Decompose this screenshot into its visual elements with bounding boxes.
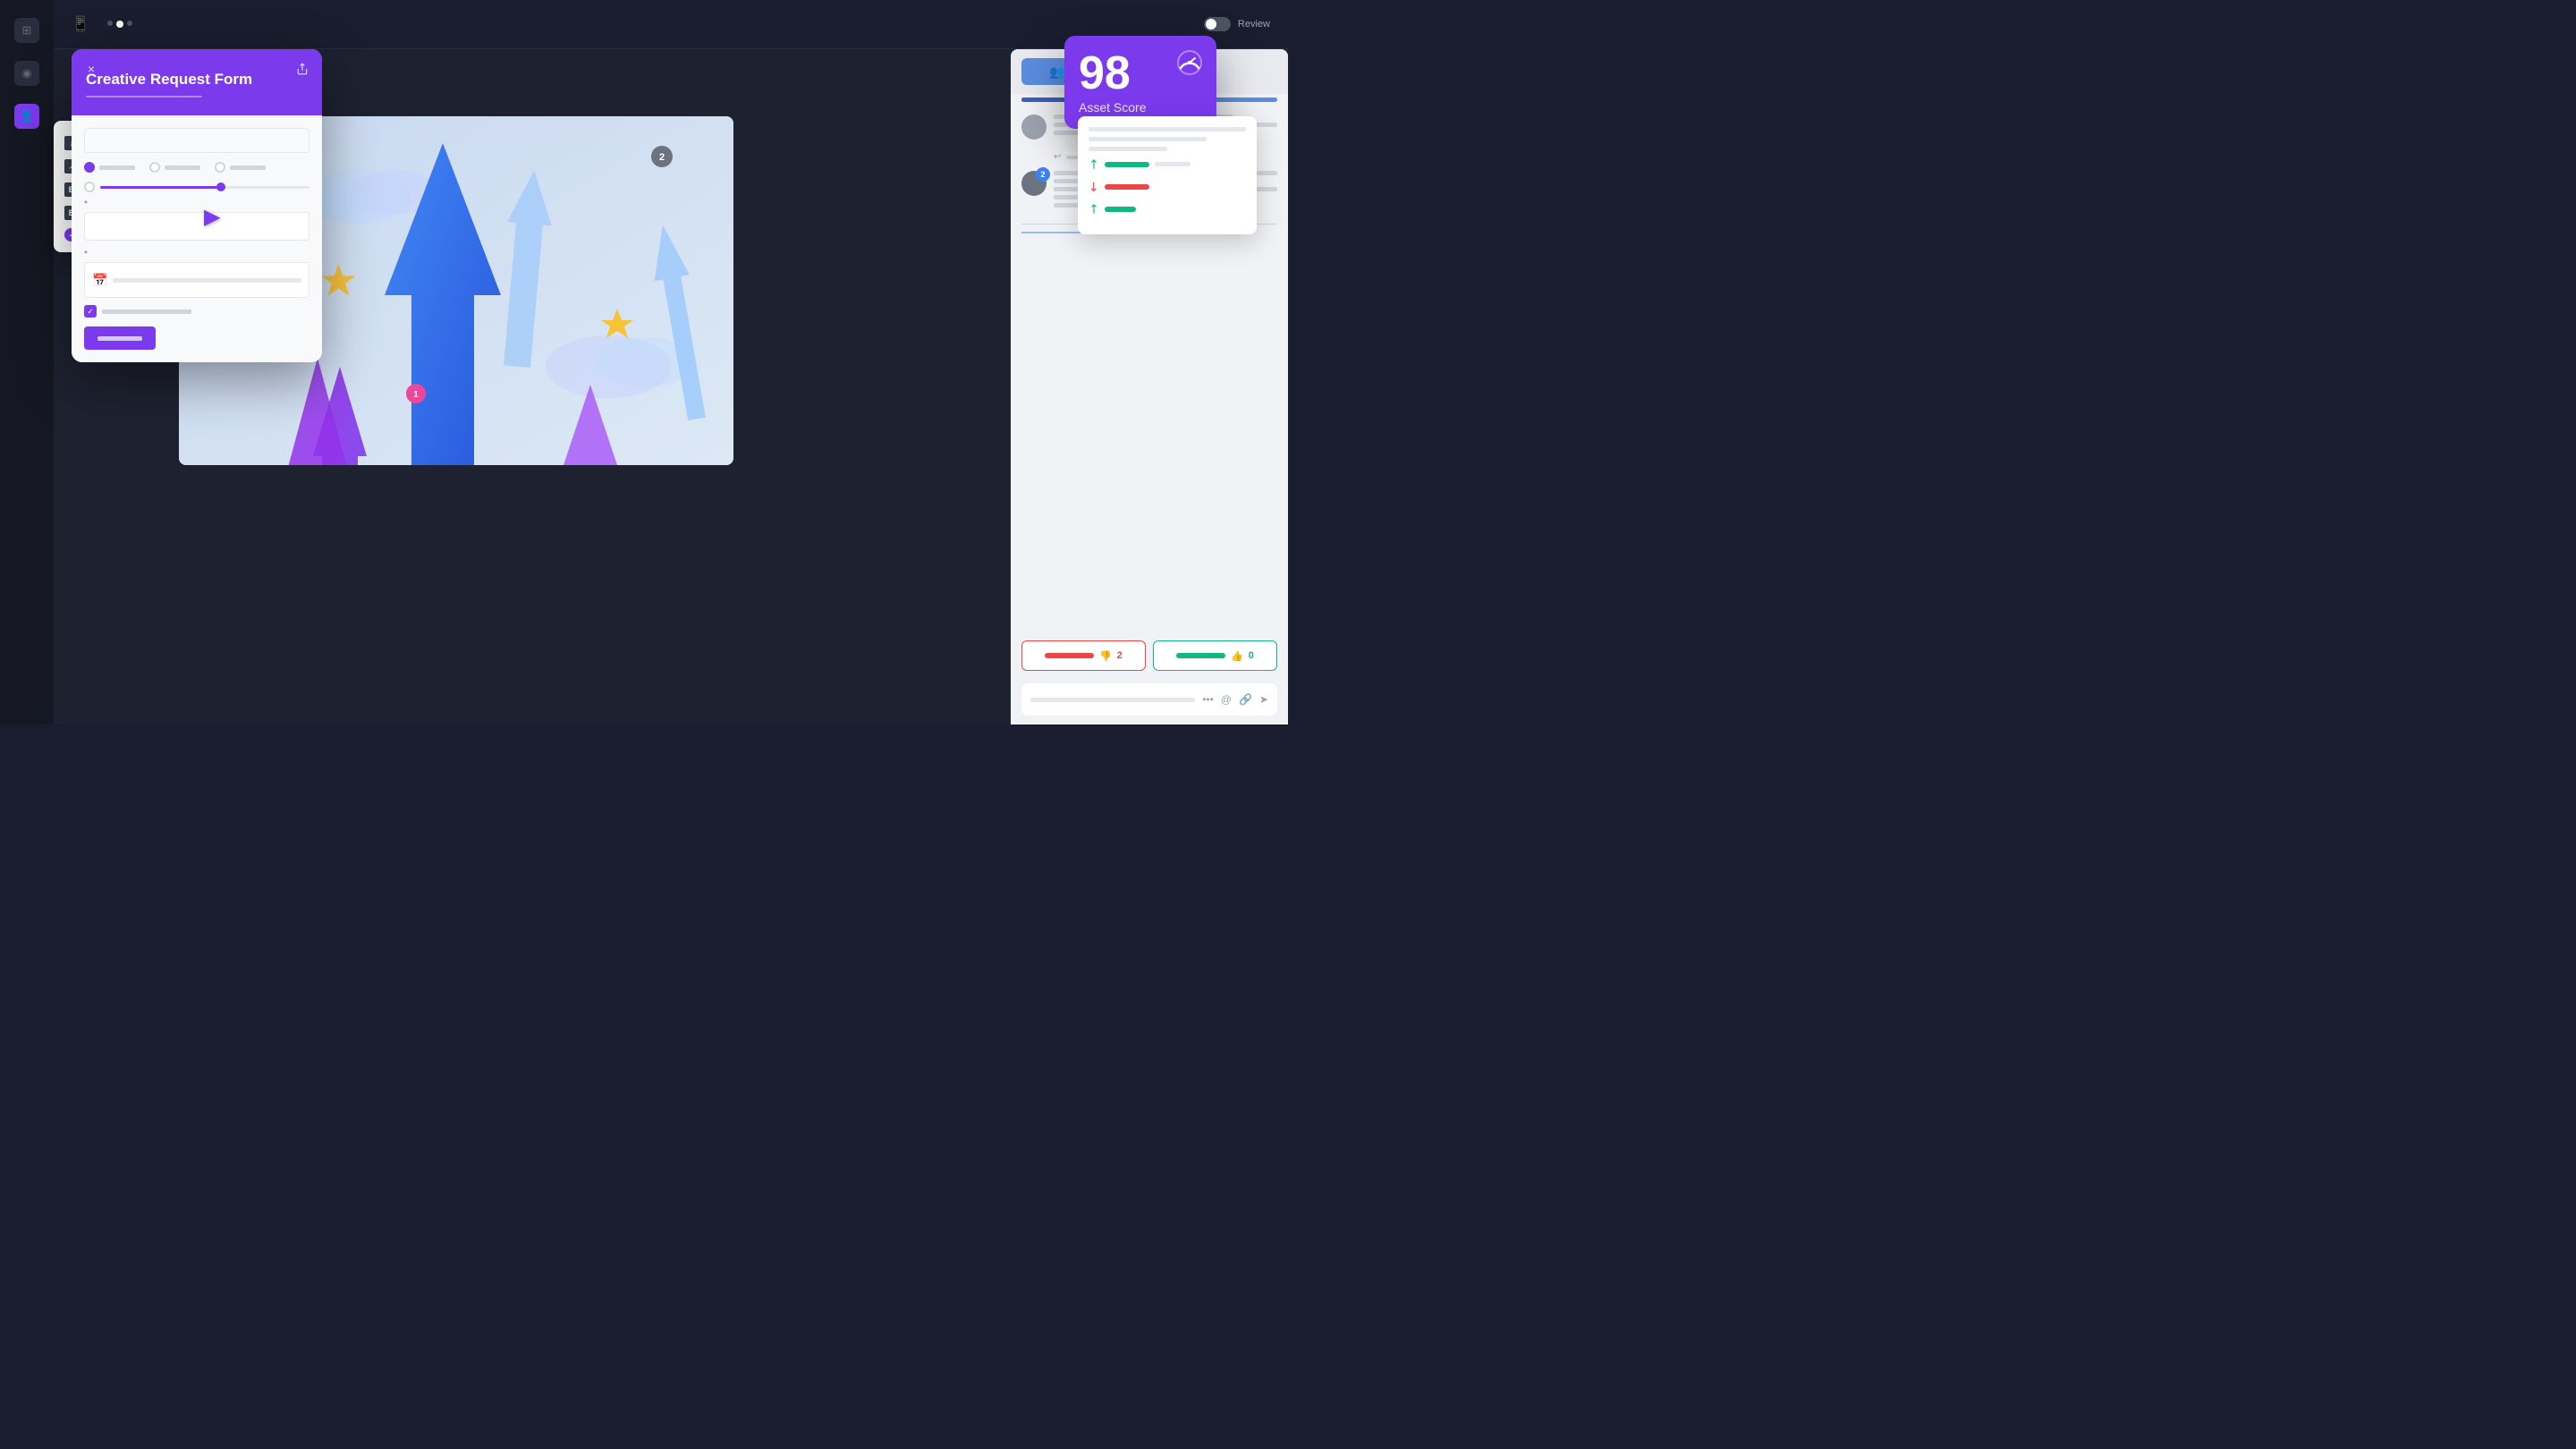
form-body: * * 📅 ✓ xyxy=(72,115,322,362)
mobile-icon: 📱 xyxy=(72,15,89,33)
arrow-up-icon-2: ↗ xyxy=(1085,199,1103,217)
sidebar: ⊞ ◉ 👤 xyxy=(0,0,54,724)
positive-fill xyxy=(1176,653,1225,658)
positive-count: 0 xyxy=(1249,650,1254,661)
sidebar-icon-grid[interactable]: ⊞ xyxy=(14,18,39,43)
annotation-line-2 xyxy=(1089,137,1207,141)
negative-fill xyxy=(1045,653,1094,658)
positive-reaction-button[interactable]: 👍 0 xyxy=(1153,640,1277,671)
red-bar xyxy=(1105,184,1149,190)
slider-track[interactable] xyxy=(100,186,309,189)
submit-text xyxy=(97,336,142,341)
asset-score-card: 98 Asset Score xyxy=(1064,36,1216,129)
toggle-thumb xyxy=(1206,19,1216,30)
date-label: * xyxy=(84,250,309,259)
comment-badge-2: 2 xyxy=(1036,167,1050,182)
annotation-row-red: ↘ xyxy=(1089,179,1246,194)
sidebar-icon-info[interactable]: ◉ xyxy=(14,61,39,86)
calendar-icon: 📅 xyxy=(92,273,107,288)
cursor-pointer: ▶ xyxy=(204,204,220,230)
green-bar-2 xyxy=(1105,207,1136,212)
slider-thumb xyxy=(216,182,225,191)
annotation-line-1 xyxy=(1089,127,1246,131)
annotation-text-green xyxy=(1155,162,1191,166)
form-share-button[interactable] xyxy=(293,60,311,78)
reaction-bar: 👎 2 👍 0 xyxy=(1021,640,1277,671)
arrow-down-icon: ↘ xyxy=(1085,177,1103,195)
slider-radio[interactable] xyxy=(84,182,95,192)
gauge-icon xyxy=(1175,48,1204,77)
commenter-avatar-1 xyxy=(1021,114,1046,140)
bottom-input-bar: ••• @ 🔗 ➤ xyxy=(1021,683,1277,716)
radio-label-3 xyxy=(230,165,266,170)
at-icon[interactable]: @ xyxy=(1221,693,1232,706)
radio-label-1 xyxy=(99,165,135,170)
form-field-1 xyxy=(84,128,309,153)
send-icon[interactable]: ➤ xyxy=(1259,693,1268,706)
radio-option-2[interactable] xyxy=(149,162,200,173)
sidebar-icon-user[interactable]: 👤 xyxy=(14,104,39,129)
form-title-underline xyxy=(86,96,202,97)
negative-reaction-button[interactable]: 👎 2 xyxy=(1021,640,1146,671)
svg-text:2: 2 xyxy=(659,152,665,163)
radio-option-1[interactable] xyxy=(84,162,135,173)
more-icon[interactable]: ••• xyxy=(1202,693,1214,706)
agree-checkbox[interactable]: ✓ xyxy=(84,305,97,318)
text-area-field[interactable] xyxy=(84,212,309,241)
annotation-popup: ↗ ↘ ↗ xyxy=(1078,116,1257,234)
date-picker-field[interactable]: 📅 xyxy=(84,262,309,298)
pagination-dots xyxy=(107,21,132,28)
commenter-avatar-2-wrap: 2 xyxy=(1021,171,1046,211)
review-toggle-switch[interactable] xyxy=(1204,17,1231,31)
radio-circle-2 xyxy=(149,162,160,173)
radio-group xyxy=(84,162,309,173)
reply-arrow: ↩ xyxy=(1054,152,1061,162)
date-required: * xyxy=(84,250,88,259)
slider-row xyxy=(84,182,309,192)
slider-fill xyxy=(100,186,225,189)
annotation-row-green: ↗ xyxy=(1089,157,1246,172)
dot-1 xyxy=(107,21,113,26)
annotation-row-green-2: ↗ xyxy=(1089,201,1246,216)
dot-2 xyxy=(116,21,123,28)
review-toggle-area: Review xyxy=(1204,17,1270,31)
form-input-1[interactable] xyxy=(84,128,309,153)
link-icon[interactable]: 🔗 xyxy=(1239,693,1252,706)
form-card: × Creative Request Form xyxy=(72,49,322,362)
review-label: Review xyxy=(1238,19,1270,30)
form-header: × Creative Request Form xyxy=(72,49,322,115)
thumbs-down-icon: 👎 xyxy=(1099,650,1112,662)
asset-score-number: 98 xyxy=(1079,50,1131,97)
negative-count: 2 xyxy=(1117,650,1123,661)
form-title: Creative Request Form xyxy=(86,71,308,89)
green-bar xyxy=(1105,162,1149,167)
radio-label-2 xyxy=(165,165,200,170)
field-label-required: * xyxy=(84,199,309,209)
radio-circle-3 xyxy=(215,162,225,173)
dot-3 xyxy=(127,21,132,26)
message-input[interactable] xyxy=(1030,698,1195,702)
user-tab-icon: 👥 xyxy=(1049,64,1064,80)
thumbs-up-icon: 👍 xyxy=(1231,650,1243,662)
checkbox-row: ✓ xyxy=(84,305,309,318)
required-asterisk: * xyxy=(84,199,88,209)
arrow-up-icon: ↗ xyxy=(1085,155,1103,173)
svg-text:1: 1 xyxy=(413,390,419,400)
form-close-button[interactable]: × xyxy=(82,60,100,78)
date-value xyxy=(113,278,301,283)
checkbox-label xyxy=(102,309,191,314)
radio-option-3[interactable] xyxy=(215,162,266,173)
submit-button[interactable] xyxy=(84,326,156,350)
annotation-line-3 xyxy=(1089,147,1167,151)
asset-score-label: Asset Score xyxy=(1079,100,1202,114)
radio-circle-1 xyxy=(84,162,95,173)
